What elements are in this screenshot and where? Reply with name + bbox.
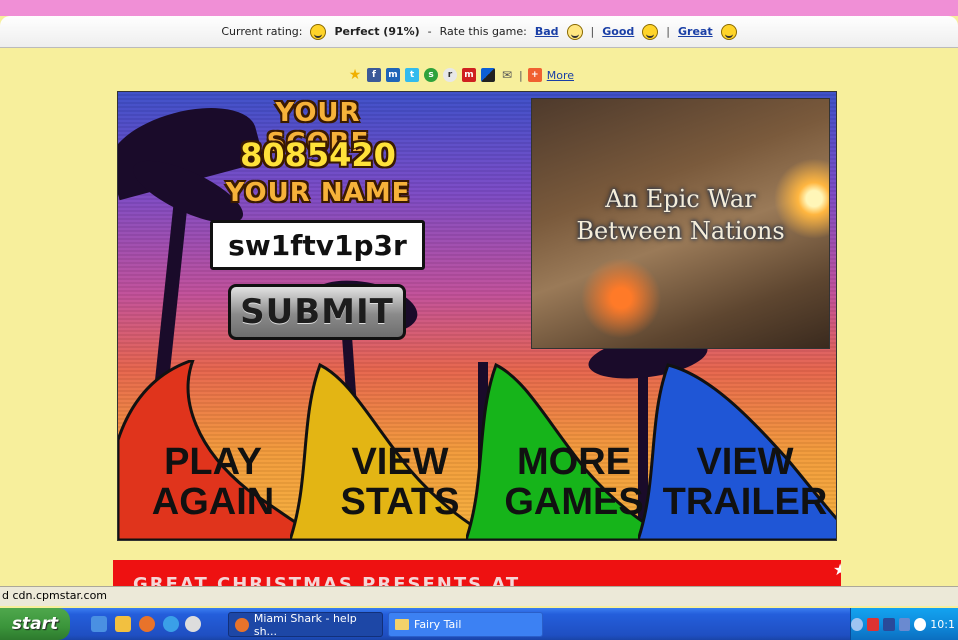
network-icon[interactable]: [866, 617, 879, 631]
smiley-icon: [310, 23, 327, 40]
fin-label-line1: VIEW: [696, 441, 794, 483]
taskbar-item-miami-shark[interactable]: Miami Shark - help sh...: [228, 611, 383, 638]
fin-label: PLAY AGAIN: [133, 442, 293, 522]
task-label: Miami Shark - help sh...: [253, 611, 357, 638]
fin-label: MORE GAMES: [494, 442, 654, 522]
rating-separator: |: [590, 25, 595, 38]
show-desktop-icon[interactable]: [91, 616, 107, 632]
score-value: 8085420: [240, 136, 396, 174]
fin-label: VIEW STATS: [320, 442, 480, 522]
trailer-line-1: An Epic War: [605, 185, 756, 213]
fin-label-line1: PLAY: [164, 441, 262, 483]
submit-button[interactable]: SUBMIT: [228, 284, 406, 340]
fin-label-line2: STATS: [340, 481, 460, 523]
rating-bar: Current rating: Perfect (91%) - Rate thi…: [0, 16, 958, 48]
taskbar-item-fairy-tail[interactable]: Fairy Tail: [388, 612, 543, 637]
system-tray: 10:1: [850, 608, 958, 640]
add-more-icon[interactable]: +: [527, 68, 542, 82]
folder-icon: [395, 619, 409, 630]
fin-label: VIEW TRAILER: [660, 442, 830, 522]
rate-bad-link[interactable]: Bad: [535, 25, 559, 38]
volume-icon[interactable]: [914, 617, 927, 631]
current-rating-label: Current rating:: [221, 25, 303, 38]
facebook-icon[interactable]: f: [367, 68, 381, 82]
trailer-ad[interactable]: An Epic War Between Nations: [531, 98, 830, 349]
favorite-star-icon[interactable]: ★: [348, 68, 362, 82]
display-icon[interactable]: [898, 617, 911, 631]
twitter-icon[interactable]: t: [405, 68, 419, 82]
window-top-bar: [0, 0, 958, 16]
laughing-face-icon[interactable]: [720, 23, 737, 40]
delicious-icon[interactable]: [481, 68, 495, 82]
cool-face-icon[interactable]: [642, 23, 659, 40]
trailer-headline: An Epic War Between Nations: [532, 183, 829, 247]
browser-status-bar: d cdn.cpmstar.com: [0, 586, 958, 606]
rate-great-link[interactable]: Great: [678, 25, 713, 38]
fin-label-line1: VIEW: [351, 441, 449, 483]
game-canvas[interactable]: YOUR SCORE 8085420 YOUR NAME sw1ftv1p3r …: [117, 91, 837, 541]
rating-dash: -: [427, 25, 432, 38]
rate-good-link[interactable]: Good: [602, 25, 634, 38]
fin-label-line1: MORE: [517, 441, 631, 483]
share-bar: ★ f m t s r m ✉ | + More: [348, 66, 574, 84]
share-separator: |: [519, 68, 523, 82]
christmas-ad-text: GREAT CHRISTMAS PRESENTS AT: [133, 574, 521, 586]
internet-explorer-icon[interactable]: [163, 616, 179, 632]
current-rating-value: Perfect (91%): [334, 25, 420, 38]
myspace-icon[interactable]: m: [386, 68, 400, 82]
rating-separator: |: [666, 25, 671, 38]
view-trailer-button[interactable]: VIEW TRAILER: [638, 360, 836, 540]
quicklaunch-app-icon[interactable]: [115, 616, 131, 632]
trailer-line-2: Between Nations: [576, 217, 785, 245]
fin-label-line2: TRAILER: [662, 481, 828, 523]
media-player-icon[interactable]: [185, 616, 201, 632]
fin-label-line2: AGAIN: [151, 481, 275, 523]
security-shield-icon[interactable]: [882, 617, 895, 631]
email-icon[interactable]: ✉: [500, 68, 514, 82]
player-name-input[interactable]: sw1ftv1p3r: [210, 220, 425, 270]
fin-label-line2: GAMES: [504, 481, 644, 523]
mixx-icon[interactable]: m: [462, 68, 476, 82]
reddit-icon[interactable]: r: [443, 68, 457, 82]
firefox-icon: [235, 617, 249, 632]
name-title: YOUR NAME: [225, 178, 411, 208]
tray-expand-icon[interactable]: [851, 617, 863, 631]
sad-face-icon[interactable]: [566, 23, 583, 40]
firefox-icon[interactable]: [139, 616, 155, 632]
start-label: start: [11, 614, 59, 634]
clock[interactable]: 10:1: [930, 618, 955, 631]
status-text: d cdn.cpmstar.com: [2, 589, 108, 602]
rate-game-label: Rate this game:: [439, 25, 527, 38]
christmas-ad-banner[interactable]: ★ GREAT CHRISTMAS PRESENTS AT: [113, 560, 841, 586]
task-label: Fairy Tail: [414, 618, 462, 631]
start-button[interactable]: start: [0, 608, 70, 640]
more-share-link[interactable]: More: [547, 69, 574, 82]
windows-taskbar: start Miami Shark - help sh... Fairy Tai…: [0, 608, 958, 640]
star-decoration-icon: ★: [833, 560, 841, 579]
stumbleupon-icon[interactable]: s: [424, 68, 438, 82]
